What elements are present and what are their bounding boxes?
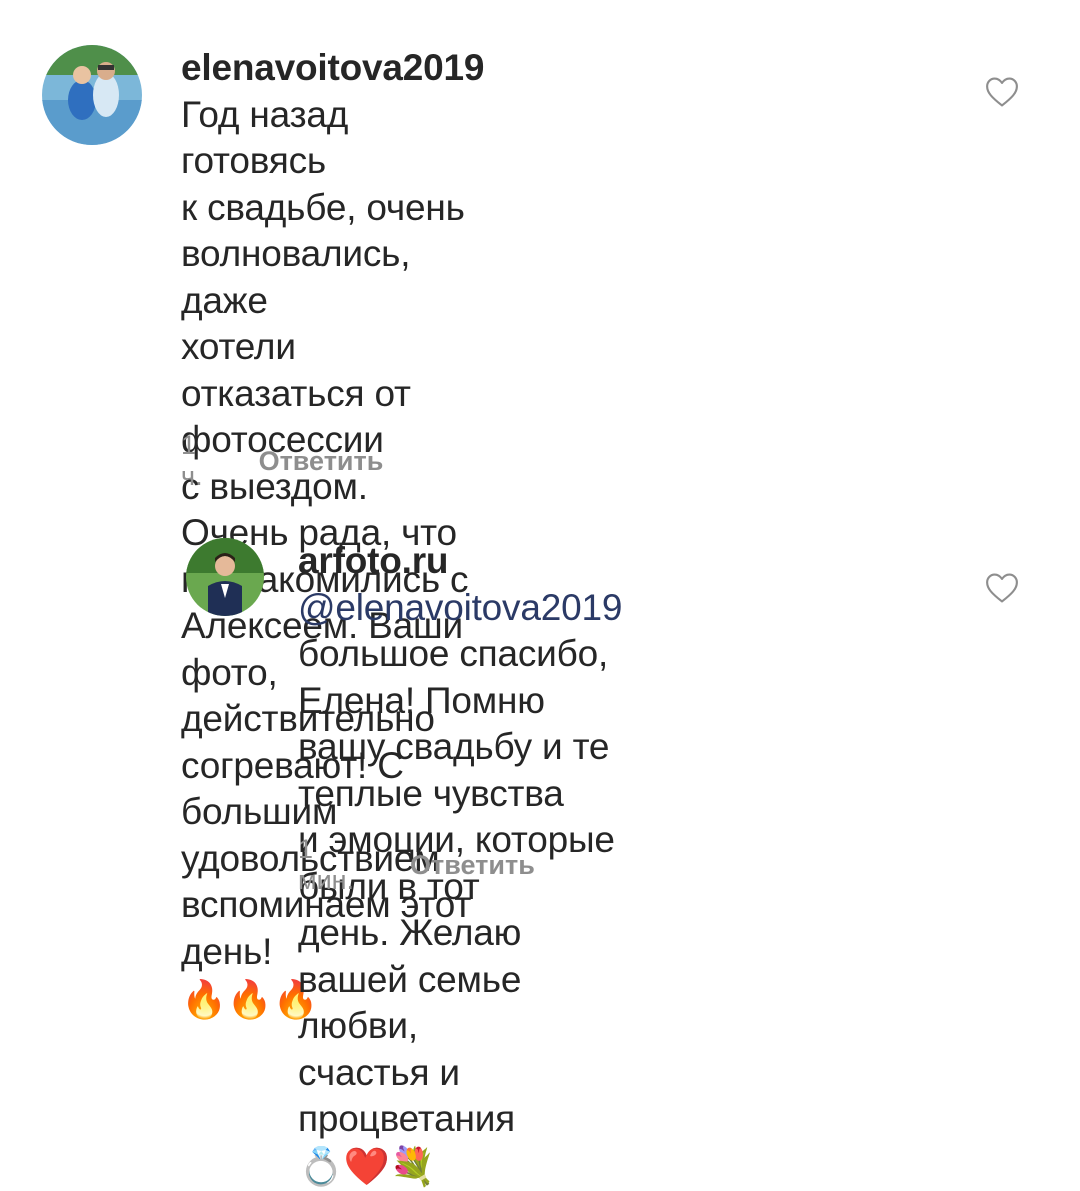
username[interactable]: elenavoitova2019: [181, 47, 484, 88]
username[interactable]: arfoto.ru: [298, 540, 449, 581]
heart-outline-icon: [986, 573, 1018, 603]
comment-line: Год назад готовясь: [181, 93, 349, 182]
avatar-photo: [186, 538, 264, 616]
comment-line: к свадьбе, очень волновались, даже: [181, 186, 465, 321]
comment-line: день. Желаю вашей семье любви,: [298, 912, 522, 1046]
heart-outline-icon: [986, 77, 1018, 107]
reply-button[interactable]: Ответить: [259, 446, 384, 477]
avatar[interactable]: [186, 538, 264, 616]
avatar[interactable]: [42, 45, 142, 145]
comment-line: большое спасибо, Елена! Помню: [298, 633, 609, 721]
mention-link[interactable]: @elenavoitova2019: [298, 587, 622, 628]
like-button[interactable]: [985, 572, 1019, 604]
timestamp: 1 ч.: [181, 430, 203, 491]
ring-heart-bouquet-emoji: 💍❤️💐: [298, 1146, 436, 1188]
reply-button[interactable]: Ответить: [410, 850, 535, 881]
comment-meta: 1 ч. Ответить: [181, 430, 383, 492]
comment-line: вашу свадьбу и те теплые чувства: [298, 726, 610, 814]
comment-line: счастья и процветания: [298, 1051, 516, 1140]
avatar-photo: [42, 45, 142, 145]
like-button[interactable]: [985, 76, 1019, 108]
